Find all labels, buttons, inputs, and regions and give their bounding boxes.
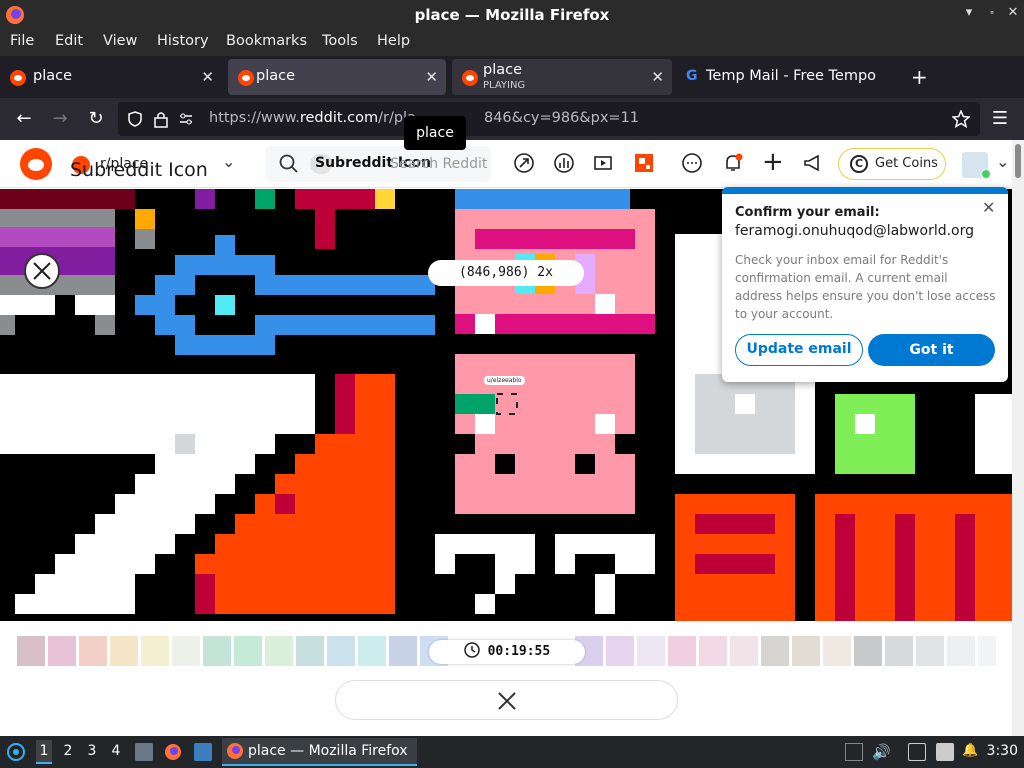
clock-icon	[464, 642, 480, 658]
menu-edit[interactable]: Edit	[55, 33, 83, 49]
close-canvas-icon[interactable]	[24, 253, 60, 289]
workspace-1[interactable]: 1	[36, 740, 52, 764]
coin-icon: C	[850, 155, 868, 173]
confirm-email-popup: Confirm your email: feramogi.onuhuqod@la…	[722, 187, 1008, 382]
got-it-button[interactable]: Got it	[868, 334, 995, 366]
new-tab-icon[interactable]: +	[911, 65, 928, 89]
close-window-icon[interactable]: ✕	[1006, 6, 1020, 20]
taskbar-window-label: place — Mozilla Firefox	[248, 743, 408, 759]
tab-place-1[interactable]: place ✕	[0, 59, 222, 95]
coordinate-readout: (846,986) 2x	[428, 260, 584, 286]
tab-temp-mail[interactable]: G Temp Mail - Free Tempora	[678, 59, 900, 95]
all-icon[interactable]	[553, 152, 575, 174]
video-icon[interactable]	[592, 152, 614, 174]
minimize-icon[interactable]: ▾	[962, 6, 976, 20]
chevron-down-icon[interactable]: ⌄	[222, 152, 235, 171]
reddit-logo[interactable]	[20, 148, 52, 180]
forward-icon[interactable]: →	[49, 108, 71, 130]
chat-icon[interactable]	[681, 152, 703, 174]
permissions-icon[interactable]	[178, 111, 194, 127]
terminal-icon[interactable]	[194, 743, 212, 761]
search-bar[interactable]: Subreddit Icon Search Reddit	[265, 146, 491, 182]
tab-label: place	[33, 68, 73, 84]
tab-close-icon[interactable]: ✕	[425, 68, 438, 86]
popup-email: feramogi.onuhuqod@labworld.org	[735, 223, 975, 239]
upload-icon[interactable]	[845, 743, 863, 761]
create-post-icon[interactable]: +	[762, 149, 784, 175]
google-favicon-icon: G	[686, 68, 698, 84]
system-taskbar: 1 2 3 4 place — Mozilla Firefox 🔊 🔔 3:30	[0, 736, 1024, 768]
lock-icon[interactable]	[153, 110, 169, 128]
notifications-icon[interactable]: 🔔	[962, 743, 980, 761]
reload-icon[interactable]: ↻	[85, 108, 107, 130]
menu-history[interactable]: History	[157, 33, 209, 49]
workspace-2[interactable]: 2	[60, 743, 76, 759]
get-coins-button[interactable]: C Get Coins	[838, 148, 946, 180]
menu-help[interactable]: Help	[377, 33, 410, 49]
page-scrollbar[interactable]	[1012, 140, 1024, 736]
menu-bookmarks[interactable]: Bookmarks	[226, 33, 307, 49]
tab-label: place	[483, 62, 523, 78]
popup-close-icon[interactable]: ✕	[982, 198, 995, 217]
cooldown-time: 00:19:55	[487, 644, 551, 659]
tab-playing-label: PLAYING	[483, 80, 526, 91]
user-menu-chevron-icon[interactable]: ⌄	[996, 152, 1009, 171]
reddit-header: r/place Subreddit Icon ⌄ Subreddit Icon …	[0, 140, 1012, 188]
reddit-favicon-icon	[238, 70, 254, 86]
bookmark-star-icon[interactable]	[952, 110, 970, 128]
tab-close-icon[interactable]: ✕	[201, 68, 214, 86]
search-input[interactable]: Search Reddit	[390, 156, 487, 172]
back-icon[interactable]: ←	[13, 108, 35, 130]
close-icon	[497, 692, 516, 710]
user-avatar[interactable]	[962, 152, 991, 179]
menu-file[interactable]: File	[10, 33, 34, 49]
tab-place-2[interactable]: place ✕	[228, 59, 446, 95]
advertise-megaphone-icon[interactable]	[802, 152, 824, 174]
place-icon[interactable]	[633, 152, 655, 174]
taskbar-window-firefox[interactable]: place — Mozilla Firefox	[222, 738, 417, 766]
window-titlebar: place — Mozilla Firefox ▾ ⬞ ✕	[0, 0, 1024, 30]
tab-label: place	[256, 68, 296, 84]
tab-place-playing[interactable]: place PLAYING ✕	[452, 59, 672, 95]
workspace-3[interactable]: 3	[84, 743, 100, 759]
menu-bar: File Edit View History Bookmarks Tools H…	[0, 30, 1024, 56]
popup-title: Confirm your email:	[735, 205, 880, 220]
get-coins-label: Get Coins	[875, 156, 938, 171]
reddit-favicon-icon	[462, 70, 478, 86]
clipboard-icon[interactable]	[936, 743, 954, 761]
maximize-icon[interactable]: ⬞	[985, 6, 999, 20]
firefox-launcher-icon[interactable]	[164, 743, 182, 761]
volume-icon[interactable]: 🔊	[872, 743, 891, 761]
popup-body: Check your inbox email for Reddit's conf…	[735, 253, 996, 321]
subreddit-icon-alt: Subreddit Icon	[70, 159, 208, 181]
notification-bell-icon[interactable]	[722, 152, 744, 174]
shield-icon[interactable]	[127, 111, 143, 127]
network-icon[interactable]	[908, 743, 926, 761]
popular-icon[interactable]	[513, 152, 535, 174]
update-email-button[interactable]: Update email	[735, 334, 863, 366]
search-icon	[279, 154, 298, 173]
clock: 3:30	[986, 743, 1018, 759]
menu-view[interactable]: View	[103, 33, 137, 49]
pixel-user-tag: u/elzeeablo	[484, 376, 525, 385]
tab-close-icon[interactable]: ✕	[651, 68, 664, 86]
cancel-placement-button[interactable]	[335, 680, 678, 720]
hamburger-menu-icon[interactable]: ☰	[989, 108, 1011, 130]
reddit-favicon-icon	[10, 70, 26, 86]
window-title: place — Mozilla Firefox	[414, 6, 610, 24]
tab-tooltip: place	[404, 116, 466, 150]
file-manager-icon[interactable]	[135, 743, 153, 761]
tab-label: Temp Mail - Free Tempora	[706, 68, 876, 84]
page-content: r/place Subreddit Icon ⌄ Subreddit Icon …	[0, 140, 1012, 736]
cooldown-timer: 00:19:55	[429, 640, 585, 664]
url-bar[interactable]: https://www.reddit.com/r/pla 846&cy=986&p…	[118, 102, 980, 136]
menu-tools[interactable]: Tools	[322, 33, 358, 49]
tab-strip: place ✕ place ✕ place PLAYING ✕ G Temp M…	[0, 56, 1024, 98]
app-launcher-icon[interactable]	[6, 742, 26, 762]
firefox-icon	[227, 743, 243, 759]
navigation-toolbar: ← → ↻ https://www.reddit.com/r/pla 846&cy…	[0, 98, 1024, 140]
workspace-4[interactable]: 4	[108, 743, 124, 759]
